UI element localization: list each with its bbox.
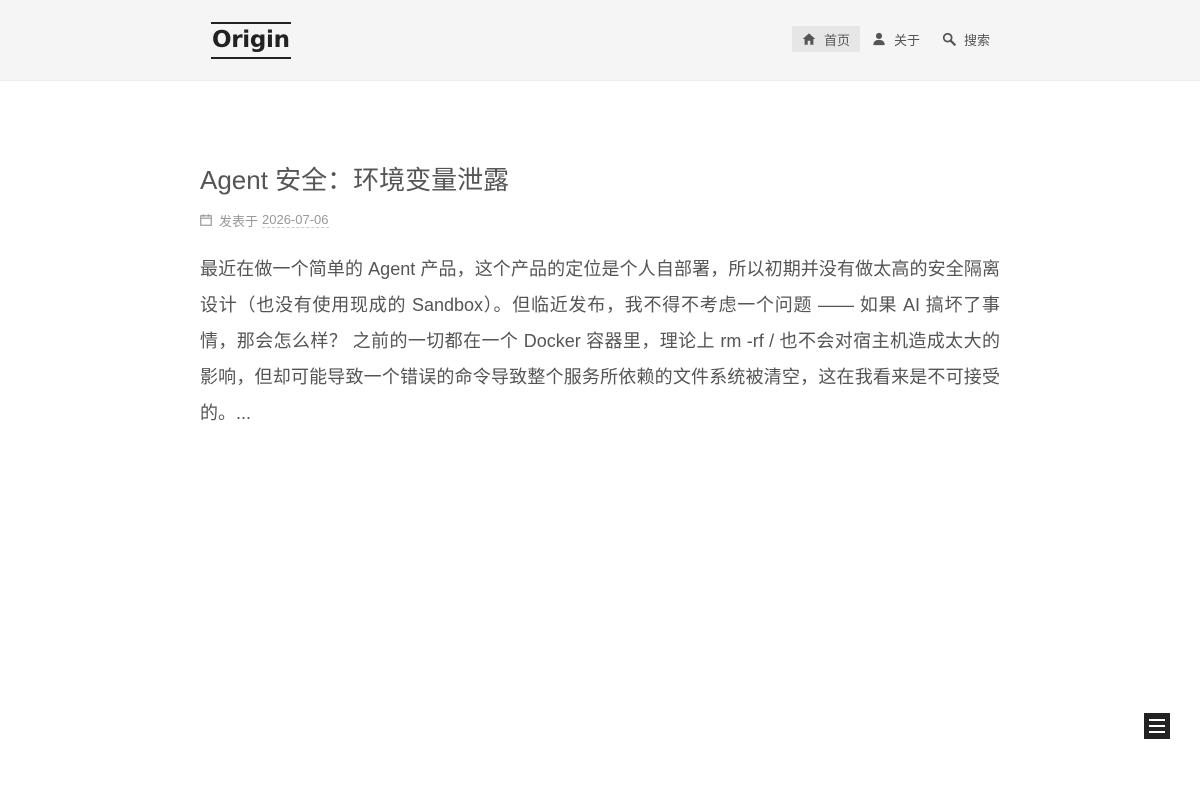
nav-item-about[interactable]: 关于: [862, 26, 930, 52]
post-meta: 发表于 2026-07-06: [200, 209, 1000, 231]
nav-item-label: 首页: [823, 32, 850, 48]
nav-item-label: 搜索: [963, 32, 990, 48]
menu-icon-bar: [1149, 731, 1165, 733]
post-date: 2026-07-06: [262, 212, 329, 228]
menu-icon-bar: [1149, 719, 1165, 721]
calendar-icon: [200, 214, 212, 226]
main-nav: 首页 关于 搜索: [790, 26, 1000, 52]
search-icon: [942, 32, 956, 46]
site-logo[interactable]: Origin: [211, 22, 291, 59]
menu-icon-bar: [1149, 725, 1165, 727]
nav-item-label: 关于: [893, 32, 920, 48]
post-title[interactable]: Agent 安全：环境变量泄露: [200, 160, 1000, 200]
user-icon: [873, 32, 885, 46]
post-excerpt: 最近在做一个简单的 Agent 产品，这个产品的定位是个人自部署，所以初期并没有…: [200, 259, 1000, 423]
sidebar-toggle-button[interactable]: [1144, 713, 1170, 739]
post-list: Agent 安全：环境变量泄露 发表于 2026-07-06 最近在做一个简单的…: [200, 160, 1000, 431]
home-icon: [802, 33, 816, 45]
site-header: Origin 首页 关于 搜索: [0, 0, 1200, 81]
nav-item-home[interactable]: 首页: [791, 26, 860, 52]
nav-item-search[interactable]: 搜索: [932, 26, 1000, 52]
post-item: Agent 安全：环境变量泄露 发表于 2026-07-06 最近在做一个简单的…: [200, 160, 1000, 431]
post-meta-label: 发表于: [219, 213, 259, 229]
